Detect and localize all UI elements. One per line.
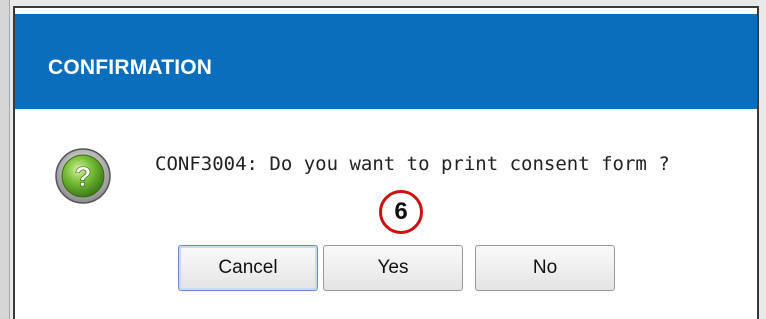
- dialog-message: CONF3004: Do you want to print consent f…: [155, 153, 670, 175]
- dialog-titlebar: CONFIRMATION: [15, 14, 757, 109]
- confirmation-dialog: CONFIRMATION ? CONF3004: Do you want to …: [13, 6, 759, 319]
- help-question-icon: ?: [55, 148, 111, 204]
- step-number-badge: 6: [379, 190, 423, 234]
- cancel-button[interactable]: Cancel: [178, 245, 318, 291]
- dialog-title: CONFIRMATION: [48, 56, 213, 79]
- no-button[interactable]: No: [475, 245, 615, 291]
- yes-button[interactable]: Yes: [323, 245, 463, 291]
- help-question-icon-graphic: ?: [55, 148, 111, 204]
- svg-text:?: ?: [74, 161, 91, 192]
- window-left-edge: [0, 0, 10, 319]
